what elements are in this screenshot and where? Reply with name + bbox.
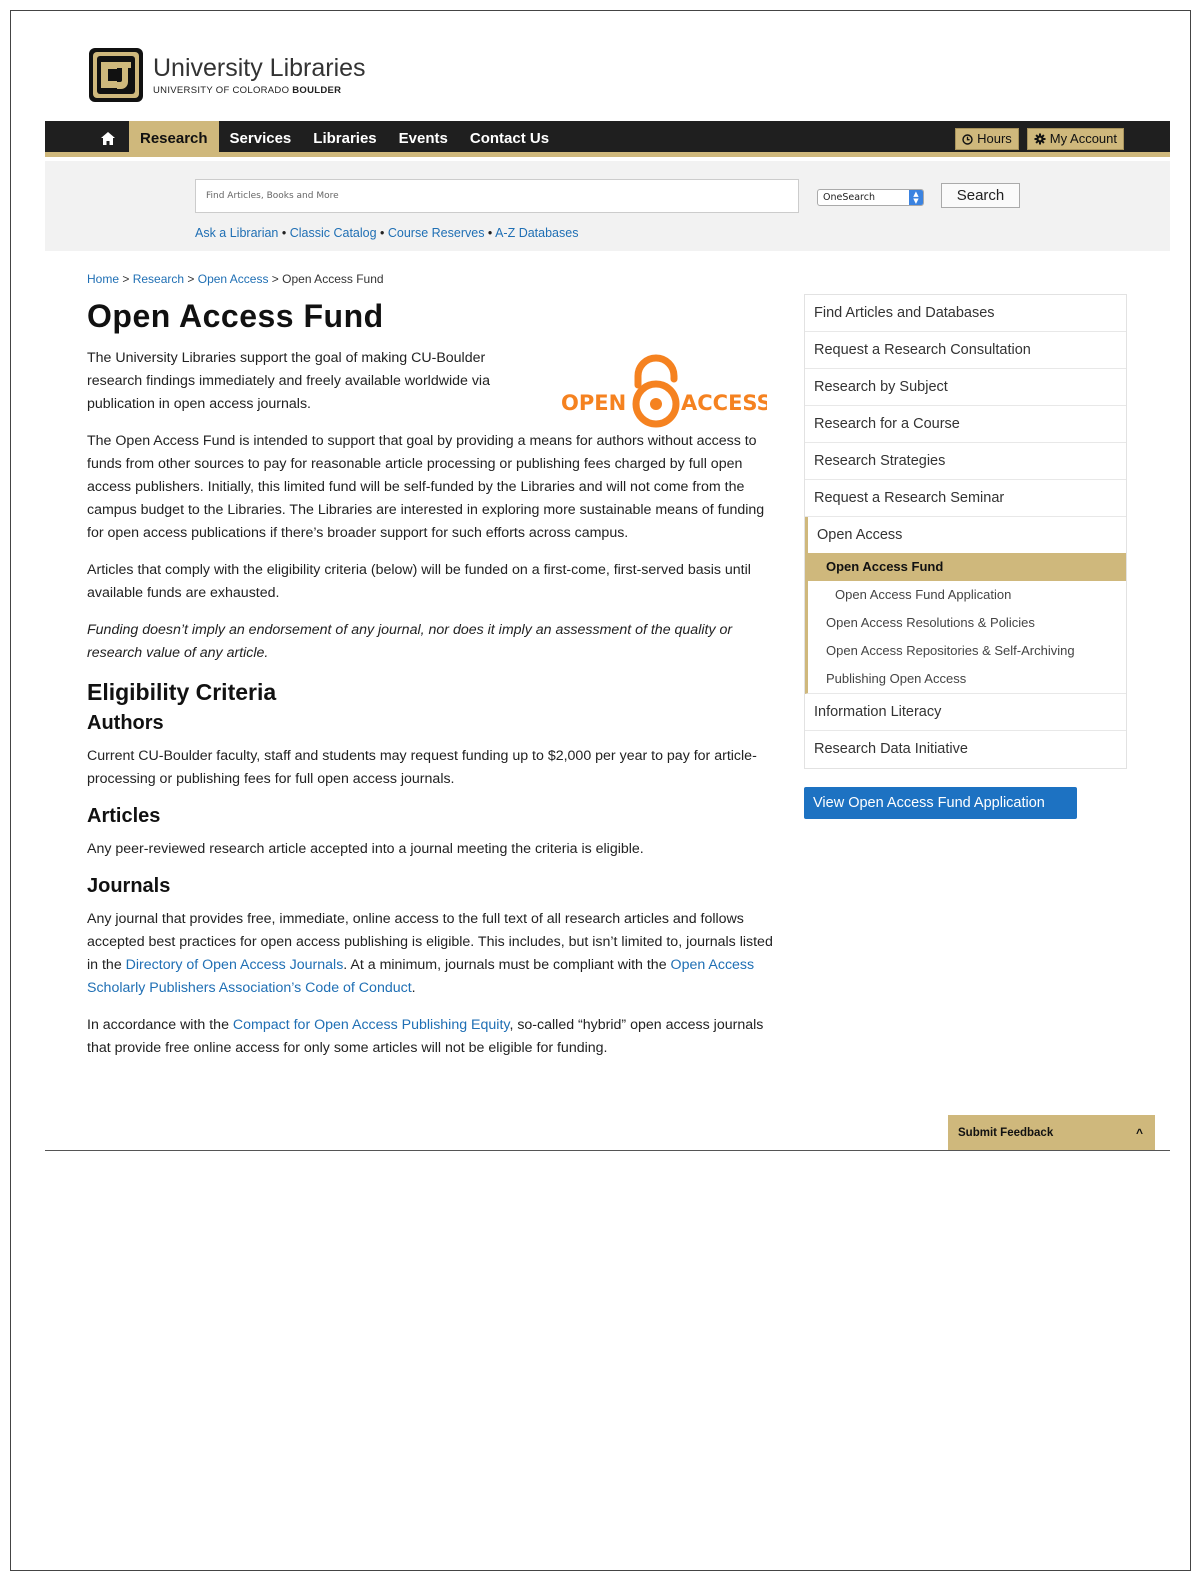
home-icon: [101, 132, 115, 145]
brand-subtitle-bold: BOULDER: [292, 85, 342, 96]
sidebar-item-research-by-subject[interactable]: Research by Subject: [805, 369, 1126, 406]
open-access-logo: OPEN ACCESS: [561, 352, 772, 430]
breadcrumb: Home > Research > Open Access > Open Acc…: [87, 272, 384, 286]
brand-logo-link[interactable]: University Libraries UNIVERSITY OF COLOR…: [87, 45, 366, 105]
link-compact[interactable]: Compact for Open Access Publishing Equit…: [233, 1017, 510, 1033]
brand-subtitle-prefix: UNIVERSITY OF COLORADO: [153, 85, 293, 96]
sidebar-item-find-articles[interactable]: Find Articles and Databases: [805, 295, 1126, 332]
fund-paragraph: The Open Access Fund is intended to supp…: [87, 433, 765, 541]
nav-services[interactable]: Services: [219, 121, 303, 157]
link-ask-a-librarian[interactable]: Ask a Librarian: [195, 226, 278, 240]
oa-logo-open-text: OPEN: [561, 391, 626, 415]
sidebar-item-research-seminar[interactable]: Request a Research Seminar: [805, 480, 1126, 517]
compact-text-1: In accordance with the: [87, 1017, 233, 1033]
page: University Libraries UNIVERSITY OF COLOR…: [45, 20, 1170, 1151]
page-title: Open Access Fund: [87, 298, 384, 334]
hours-button[interactable]: Hours: [955, 128, 1019, 150]
sidebar-item-research-strategies[interactable]: Research Strategies: [805, 443, 1126, 480]
search-scope-select[interactable]: OneSearch ▲ ▼: [817, 189, 924, 206]
articles-heading: Articles: [87, 805, 161, 827]
disclaimer-paragraph: Funding doesn’t imply an endorsement of …: [87, 619, 777, 665]
brand-subtitle: UNIVERSITY OF COLORADO BOULDER: [153, 85, 366, 96]
clock-icon: [962, 133, 973, 145]
sidebar-item-research-for-course[interactable]: Research for a Course: [805, 406, 1126, 443]
link-a-z-databases[interactable]: A-Z Databases: [495, 226, 578, 240]
sidebar-group-open-access: Open Access Open Access Fund Open Access…: [805, 517, 1126, 694]
disclaimer-text: Funding doesn’t imply an endorsement of …: [87, 622, 733, 661]
nav-libraries[interactable]: Libraries: [302, 121, 387, 157]
select-arrows-icon: ▲ ▼: [909, 190, 923, 205]
nav-research[interactable]: Research: [129, 121, 219, 157]
breadcrumb-separator: >: [184, 272, 198, 286]
authors-heading: Authors: [87, 712, 164, 734]
compact-paragraph: In accordance with the Compact for Open …: [87, 1014, 777, 1060]
breadcrumb-current: Open Access Fund: [282, 272, 384, 286]
search-scope-value: OneSearch: [823, 192, 875, 203]
journals-paragraph: Any journal that provides free, immediat…: [87, 908, 777, 1000]
authors-paragraph: Current CU-Boulder faculty, staff and st…: [87, 748, 757, 787]
quick-links: Ask a Librarian • Classic Catalog • Cour…: [195, 226, 578, 240]
gear-icon: [1034, 133, 1046, 145]
breadcrumb-separator: >: [119, 272, 133, 286]
sidebar-item-open-access-fund[interactable]: Open Access Fund: [808, 553, 1126, 581]
sidebar-nav: Find Articles and Databases Request a Re…: [804, 294, 1127, 769]
journals-heading: Journals: [87, 875, 171, 897]
articles-paragraph: Any peer-reviewed research article accep…: [87, 841, 644, 857]
quick-link-separator: •: [484, 226, 496, 240]
my-account-label: My Account: [1049, 131, 1117, 146]
nav-contact-us[interactable]: Contact Us: [459, 121, 560, 157]
nav-home[interactable]: [87, 121, 129, 157]
breadcrumb-research[interactable]: Research: [133, 272, 184, 286]
breadcrumb-separator: >: [268, 272, 283, 286]
intro-paragraph: The University Libraries support the goa…: [87, 350, 490, 412]
open-lock-icon: OPEN ACCESS: [561, 354, 772, 428]
brand-title: University Libraries: [153, 54, 366, 82]
eligibility-intro-paragraph: Articles that comply with the eligibilit…: [87, 562, 751, 601]
sidebar-item-open-access[interactable]: Open Access: [808, 517, 1126, 553]
breadcrumb-home[interactable]: Home: [87, 272, 119, 286]
nav-events[interactable]: Events: [388, 121, 459, 157]
journals-text-2: . At a minimum, journals must be complia…: [343, 957, 671, 973]
journals-text-3: .: [411, 980, 416, 996]
hours-label: Hours: [977, 131, 1012, 146]
main-nav: Research Services Libraries Events Conta…: [45, 121, 1170, 157]
breadcrumb-open-access[interactable]: Open Access: [198, 272, 269, 286]
page-bottom-rule: [45, 1150, 1170, 1151]
main-content: Open Access Fund OPEN ACCESS The Univers…: [87, 298, 777, 1074]
link-classic-catalog[interactable]: Classic Catalog: [290, 226, 377, 240]
sidebar-item-repositories[interactable]: Open Access Repositories & Self-Archivin…: [808, 637, 1126, 665]
sidebar-item-publishing-open-access[interactable]: Publishing Open Access: [808, 665, 1126, 693]
quick-link-separator: •: [278, 226, 290, 240]
sidebar-item-information-literacy[interactable]: Information Literacy: [805, 694, 1126, 731]
submit-feedback-label: Submit Feedback: [958, 1127, 1054, 1139]
search-button[interactable]: Search: [941, 183, 1020, 208]
sidebar-item-fund-application[interactable]: Open Access Fund Application: [808, 581, 1126, 609]
view-application-button[interactable]: View Open Access Fund Application: [804, 787, 1077, 819]
my-account-button[interactable]: My Account: [1026, 128, 1124, 150]
sidebar-item-research-consultation[interactable]: Request a Research Consultation: [805, 332, 1126, 369]
cu-logo-icon: [89, 48, 143, 102]
link-doaj[interactable]: Directory of Open Access Journals: [126, 957, 344, 973]
eligibility-heading: Eligibility Criteria: [87, 679, 277, 705]
search-bar: Find Articles, Books and More OneSearch …: [45, 161, 1170, 251]
sidebar-item-research-data[interactable]: Research Data Initiative: [805, 731, 1126, 768]
link-course-reserves[interactable]: Course Reserves: [388, 226, 485, 240]
submit-feedback-tab[interactable]: Submit Feedback ^: [948, 1115, 1155, 1151]
oa-logo-access-text: ACCESS: [681, 391, 767, 415]
quick-link-separator: •: [376, 226, 388, 240]
search-input[interactable]: Find Articles, Books and More: [195, 179, 799, 213]
sidebar-item-resolutions-policies[interactable]: Open Access Resolutions & Policies: [808, 609, 1126, 637]
chevron-up-icon: ^: [1135, 1126, 1143, 1140]
